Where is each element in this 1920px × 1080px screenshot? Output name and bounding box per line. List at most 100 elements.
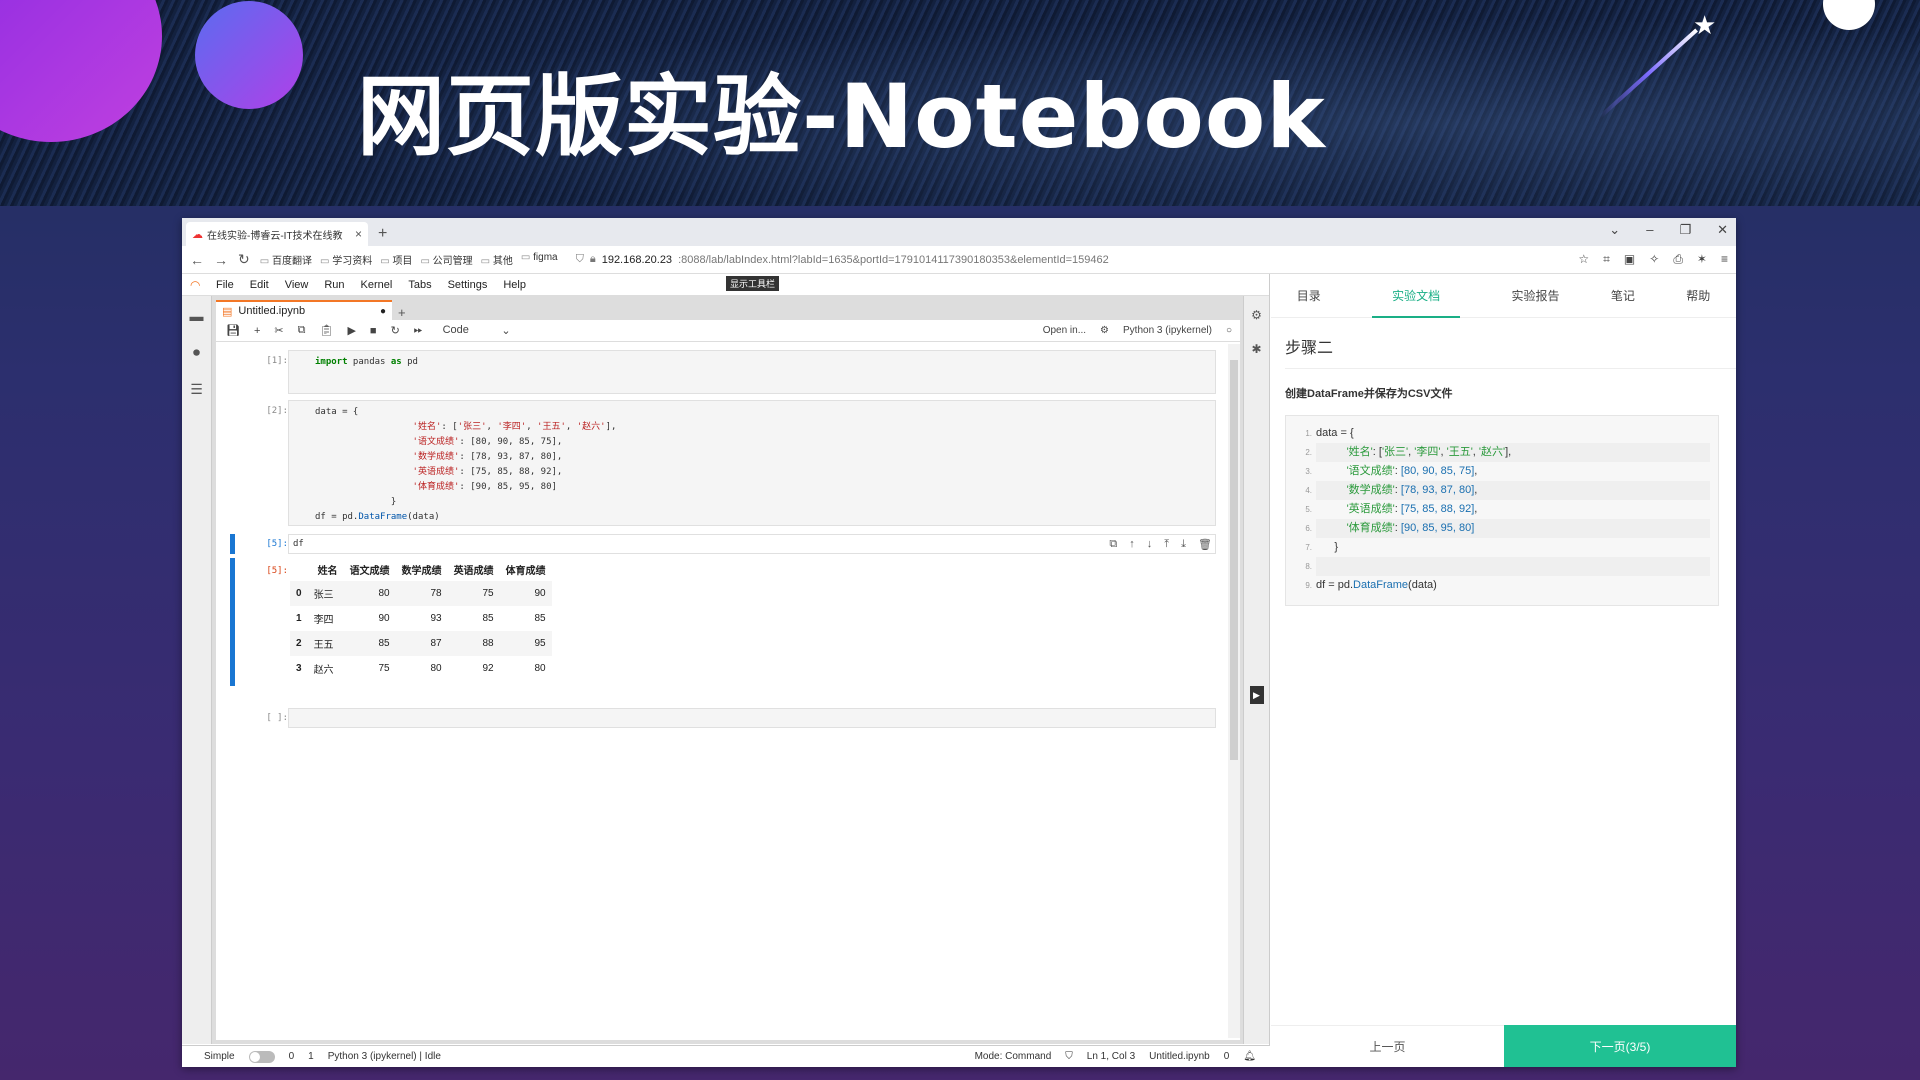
property-inspector-icon[interactable]: ⚙ xyxy=(1251,308,1262,322)
printer-icon[interactable]: ⎙ xyxy=(1673,252,1683,267)
column-header: 体育成绩 xyxy=(505,566,546,577)
menu-tabs[interactable]: Tabs xyxy=(408,279,431,291)
crop-icon[interactable]: ⌗ xyxy=(1603,252,1610,267)
minimize-button[interactable]: – xyxy=(1646,222,1653,238)
prev-page-button[interactable]: 上一页 xyxy=(1271,1025,1504,1067)
insert-below-icon[interactable]: ⤓ xyxy=(1181,538,1186,551)
paste-icon[interactable]: 📋︎ xyxy=(319,324,333,337)
move-up-icon[interactable]: ↑ xyxy=(1129,538,1135,551)
browser-tab[interactable]: ☁ 在线实验-博睿云-IT技术在线教 × xyxy=(186,222,368,246)
bookmark-item[interactable]: 学习资料 xyxy=(320,252,372,267)
unsaved-dot-icon[interactable]: ● xyxy=(380,306,386,317)
stop-icon[interactable]: ■ xyxy=(370,325,377,337)
bookmark-item[interactable]: 公司管理 xyxy=(420,252,473,267)
restart-icon[interactable]: ↻ xyxy=(391,324,400,337)
cell-editor[interactable]: df xyxy=(288,534,1216,554)
input-prompt: [2]: xyxy=(266,406,288,416)
step-description: 创建DataFrame并保存为CSV文件 xyxy=(1285,388,1453,400)
delete-icon[interactable]: 🗑︎ xyxy=(1198,538,1212,551)
copy-icon[interactable]: ⧉ xyxy=(298,324,306,337)
star-icon: ★ xyxy=(1693,10,1717,40)
cell-type-select[interactable]: Code ⌄ xyxy=(443,324,511,337)
menu-edit[interactable]: Edit xyxy=(250,279,269,291)
notebook-tab[interactable]: ▤ Untitled.ipynb ● xyxy=(216,300,392,320)
slide-title: 网页版实验-Notebook xyxy=(357,65,1326,168)
restore-button[interactable]: ❐ xyxy=(1679,222,1691,238)
notebook-icon: ▤ xyxy=(222,305,233,318)
tab-lab-report[interactable]: 实验报告 xyxy=(1511,287,1559,304)
toc-icon[interactable]: ☰ xyxy=(190,381,203,398)
open-in-button[interactable]: Open in... xyxy=(1043,325,1086,336)
tab-lab-doc[interactable]: 实验文档 xyxy=(1372,273,1461,318)
menu-settings[interactable]: Settings xyxy=(448,279,488,291)
bookmark-item[interactable]: 百度翻译 xyxy=(260,252,312,267)
column-header xyxy=(290,558,308,581)
extension-icon[interactable]: ▣ xyxy=(1624,252,1635,267)
running-icon[interactable]: ⏺ xyxy=(193,344,200,361)
reload-icon[interactable]: ↻ xyxy=(238,251,250,268)
bookmark-item[interactable]: 其他 xyxy=(481,252,513,267)
table-cell: 90 xyxy=(378,613,390,624)
insert-cell-icon[interactable]: + xyxy=(254,325,260,337)
tab-toc[interactable]: 目录 xyxy=(1297,287,1321,304)
bell-icon[interactable]: 🔔︎ xyxy=(1243,1051,1256,1062)
cut-icon[interactable]: ✂ xyxy=(274,324,283,337)
insert-above-icon[interactable]: ⤒ xyxy=(1164,538,1169,551)
cell-editor[interactable]: data = { '姓名': ['张三', '李四', '王五', '赵六'],… xyxy=(288,400,1216,526)
bookmark-item[interactable]: figma xyxy=(521,252,557,267)
menu-icon[interactable]: ≡ xyxy=(1721,252,1728,267)
chevron-down-icon[interactable]: ⌄ xyxy=(1609,222,1620,238)
kernel-status[interactable]: Python 3 (ipykernel) | Idle xyxy=(328,1051,441,1062)
row-index: 1 xyxy=(296,613,302,624)
browser-tab-title: 在线实验-博睿云-IT技术在线教 xyxy=(207,230,343,242)
puzzle-icon[interactable]: ✧ xyxy=(1649,252,1659,267)
star-bookmark-icon[interactable]: ☆ xyxy=(1578,252,1589,267)
table-cell: 李四 xyxy=(313,615,334,626)
show-toolbar-tooltip: 显示工具栏 xyxy=(726,276,780,291)
sparkle-icon[interactable]: ✶ xyxy=(1697,252,1707,267)
save-icon[interactable]: 💾︎ xyxy=(226,324,240,337)
menu-kernel[interactable]: Kernel xyxy=(361,279,393,291)
decorative-circle-small xyxy=(195,1,303,109)
url-field[interactable]: ⛉ 🔒︎ 192.168.20.23:8088/lab/labIndex.htm… xyxy=(576,253,1569,266)
row-index: 0 xyxy=(290,581,308,606)
cell-editor[interactable] xyxy=(288,708,1216,728)
close-tab-icon[interactable]: × xyxy=(355,227,362,241)
simple-mode-toggle[interactable] xyxy=(248,1050,275,1063)
menu-file[interactable]: File xyxy=(216,279,234,291)
browser-window: ☁ 在线实验-博睿云-IT技术在线教 × + ⌄ – ❐ ✕ ← → ↻ 百度翻… xyxy=(182,218,1736,1067)
debugger-icon[interactable]: ✱ xyxy=(1251,342,1261,356)
back-arrow-icon[interactable]: ← xyxy=(190,252,204,268)
table-cell: 75 xyxy=(378,663,390,674)
cell-editor[interactable]: import pandas as pd xyxy=(288,350,1216,394)
cursor-position[interactable]: Ln 1, Col 3 xyxy=(1087,1051,1135,1062)
bookmark-item[interactable]: 项目 xyxy=(380,252,412,267)
notebook-scrollbar[interactable] xyxy=(1228,344,1240,1038)
duplicate-icon[interactable]: ⧉ xyxy=(1109,538,1117,551)
new-launcher-button[interactable]: + xyxy=(398,305,406,320)
tab-help[interactable]: 帮助 xyxy=(1686,287,1710,304)
gear-icon[interactable]: ⚙ xyxy=(1100,325,1109,336)
code-line: 6. '体育成绩': [90, 85, 95, 80] xyxy=(1286,519,1718,538)
new-tab-button[interactable]: + xyxy=(378,225,387,243)
table-cell: 王五 xyxy=(307,631,344,656)
active-output-bar xyxy=(230,558,235,686)
run-icon[interactable]: ▶ xyxy=(347,324,355,337)
scrollbar-thumb[interactable] xyxy=(1230,360,1238,760)
kernel-name[interactable]: Python 3 (ipykernel) xyxy=(1123,325,1212,336)
forward-arrow-icon[interactable]: → xyxy=(214,252,228,268)
next-page-button[interactable]: 下一页(3/5) xyxy=(1504,1025,1736,1067)
table-row: 3 赵六 75 80 92 80 xyxy=(290,656,552,681)
close-window-button[interactable]: ✕ xyxy=(1717,222,1728,238)
toolbar-right: Open in... ⚙ Python 3 (ipykernel) ○ xyxy=(1043,325,1240,336)
move-down-icon[interactable]: ↓ xyxy=(1147,538,1153,551)
menu-help[interactable]: Help xyxy=(503,279,526,291)
collapse-panel-button[interactable]: ▶ xyxy=(1249,686,1264,704)
folder-icon[interactable]: ▬ xyxy=(190,308,204,324)
tab-notes[interactable]: 笔记 xyxy=(1611,287,1635,304)
code-line: 4. '数学成绩': [78, 93, 87, 80], xyxy=(1286,481,1718,500)
menu-run[interactable]: Run xyxy=(324,279,344,291)
fast-forward-icon[interactable]: ⏩︎ xyxy=(414,324,423,337)
left-sidebar: ▬ ⏺ ☰ xyxy=(182,296,212,1044)
menu-view[interactable]: View xyxy=(285,279,309,291)
